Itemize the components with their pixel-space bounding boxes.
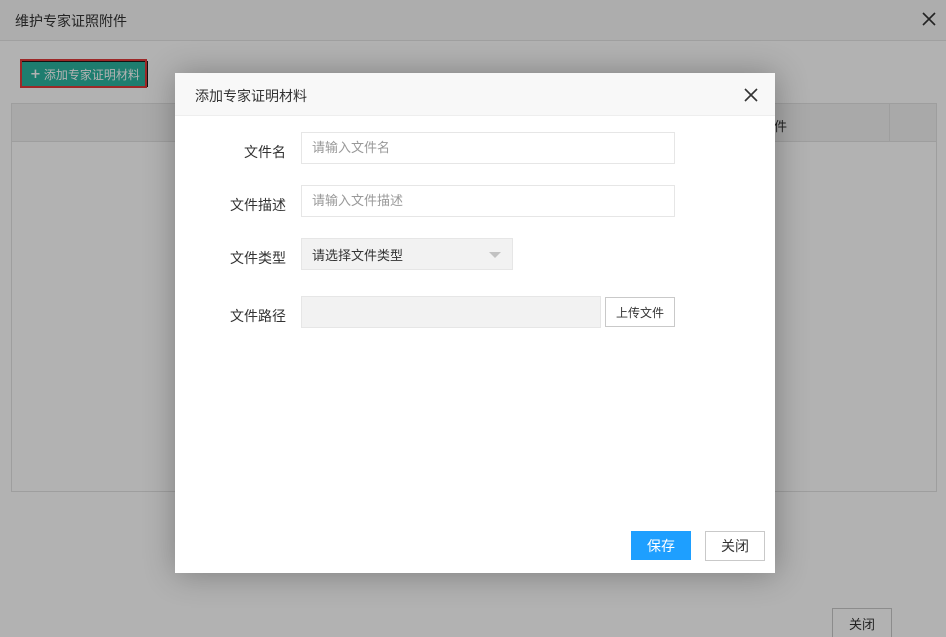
chevron-down-icon xyxy=(489,252,501,258)
file-type-select[interactable]: 请选择文件类型 xyxy=(301,238,513,270)
dialog-title: 添加专家证明材料 xyxy=(195,89,307,105)
file-path-label: 文件路径 xyxy=(230,309,286,325)
file-name-input[interactable] xyxy=(301,132,675,164)
file-description-label: 文件描述 xyxy=(230,198,286,214)
upload-file-button[interactable]: 上传文件 xyxy=(605,297,675,327)
save-button[interactable]: 保存 xyxy=(631,531,691,560)
file-description-input[interactable] xyxy=(301,185,675,217)
close-icon[interactable] xyxy=(743,87,759,103)
file-type-label: 文件类型 xyxy=(230,251,286,267)
dialog-close-button[interactable]: 关闭 xyxy=(705,531,765,561)
file-type-selected: 请选择文件类型 xyxy=(312,248,404,264)
dialog-header: 添加专家证明材料 xyxy=(175,73,775,116)
file-name-label: 文件名 xyxy=(244,145,286,161)
file-path-field xyxy=(301,296,601,328)
add-material-dialog: 添加专家证明材料 文件名 文件描述 文件类型 请选择文件类型 文件路径 上传文件… xyxy=(175,73,775,573)
